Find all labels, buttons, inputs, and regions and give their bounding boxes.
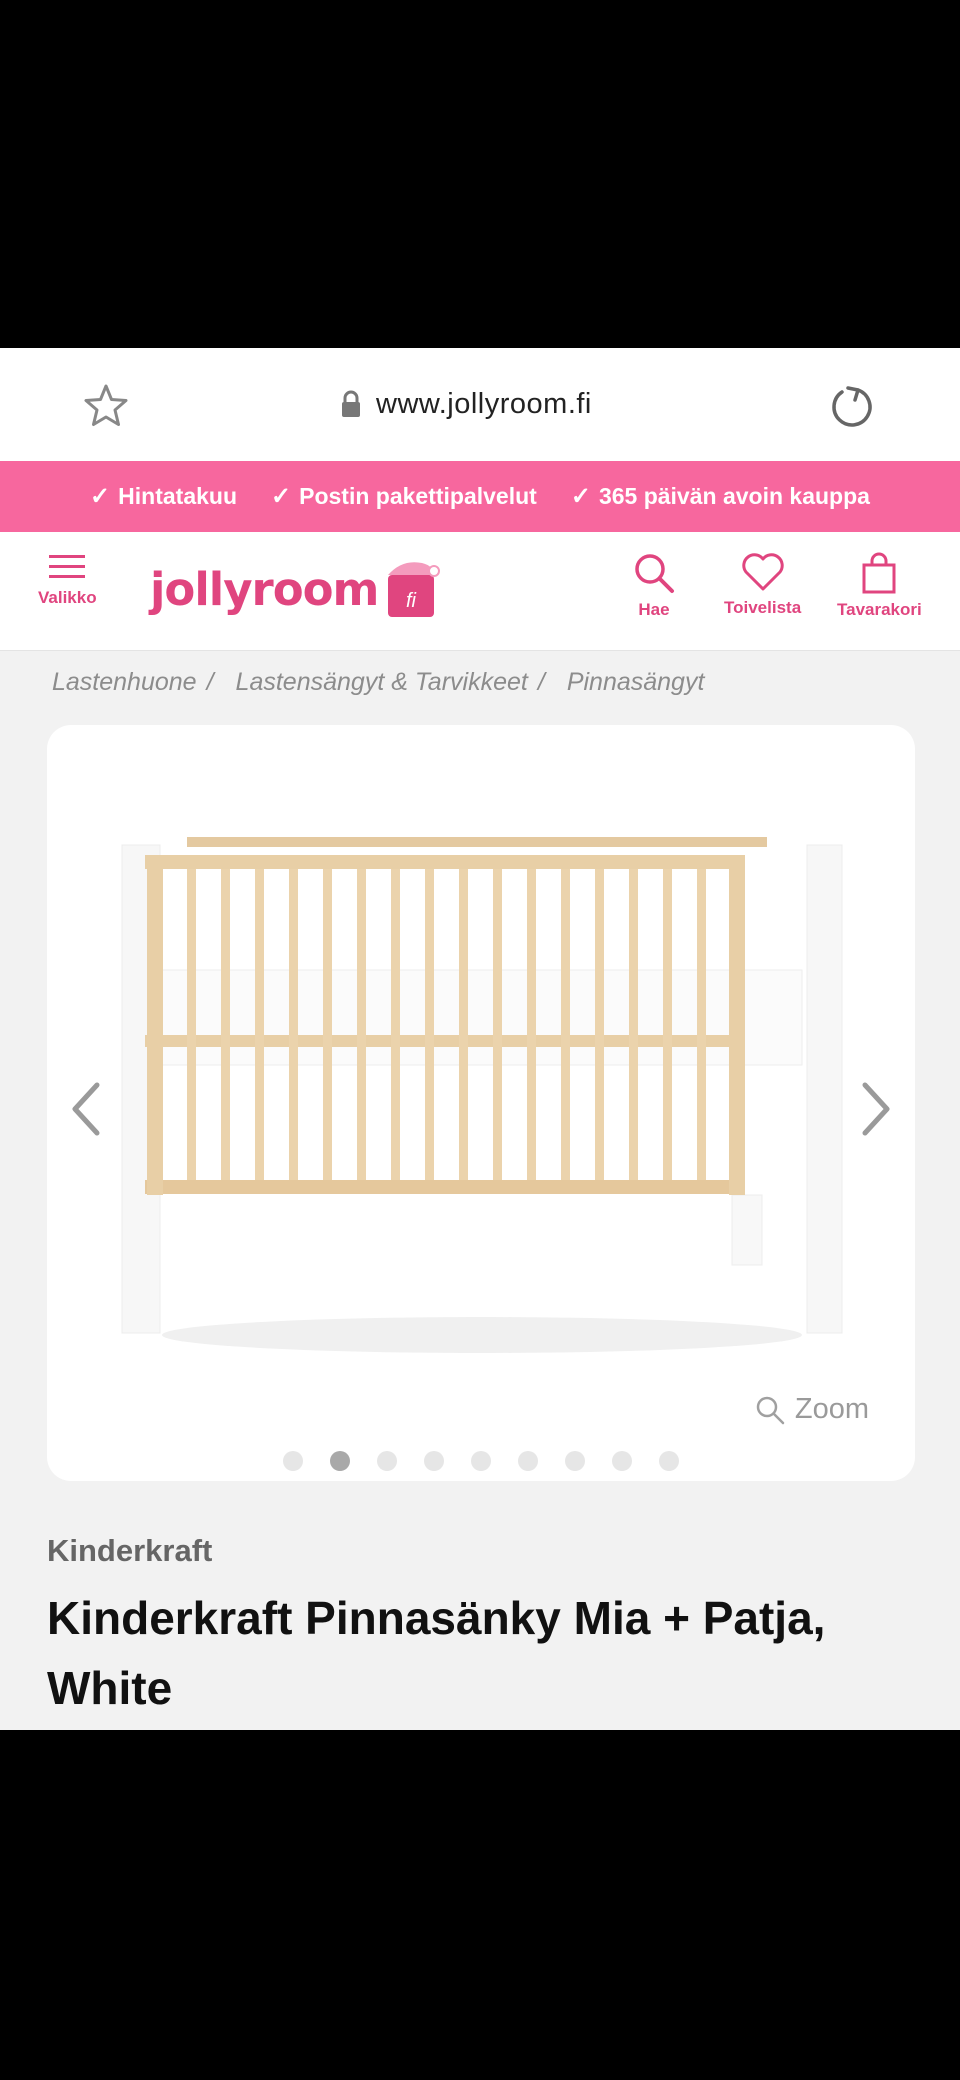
menu-button[interactable]: Valikko (38, 552, 97, 608)
hamburger-icon (49, 555, 86, 578)
check-icon: ✓ (271, 483, 292, 510)
product-gallery: Zoom (47, 725, 915, 1481)
url-text: www.jollyroom.fi (376, 387, 592, 420)
browser-screen: www.jollyroom.fi ✓ Hintatakuu ✓ Postin p… (0, 348, 960, 1730)
gallery-dot[interactable] (471, 1451, 491, 1471)
product-brand[interactable]: Kinderkraft (47, 1533, 212, 1569)
zoom-label: Zoom (794, 1393, 869, 1425)
jollyroom-logo[interactable]: jollyroom fi (150, 554, 441, 624)
site-header: Valikko jollyroom fi Hae Toivelista Tava… (0, 532, 960, 651)
promo-item: ✓ Postin pakettipalvelut (271, 482, 537, 511)
gallery-dot[interactable] (518, 1451, 538, 1471)
check-icon: ✓ (570, 483, 591, 510)
wishlist-button[interactable]: Toivelista (724, 552, 801, 618)
logo-suffix: fi (406, 590, 417, 612)
shopping-bag-icon (862, 552, 896, 594)
breadcrumb-link[interactable]: Pinnasängyt (567, 668, 705, 697)
promo-label: Hintatakuu (118, 483, 237, 509)
check-icon: ✓ (90, 483, 111, 510)
zoom-button[interactable]: Zoom (755, 1393, 869, 1426)
cart-label: Tavarakori (837, 600, 922, 619)
logo-bag-icon: fi (388, 562, 441, 617)
promo-bar: ✓ Hintatakuu ✓ Postin pakettipalvelut ✓ … (0, 461, 960, 532)
heart-icon (741, 553, 784, 591)
gallery-dot[interactable] (377, 1451, 397, 1471)
chevron-right-icon[interactable] (855, 1079, 895, 1139)
gallery-pagination (47, 1451, 915, 1471)
promo-item: ✓ Hintatakuu (90, 482, 237, 511)
browser-url-bar: www.jollyroom.fi (0, 348, 960, 461)
logo-text: jollyroom (150, 562, 379, 616)
wishlist-label: Toivelista (724, 598, 802, 617)
reload-icon[interactable] (828, 382, 876, 430)
star-icon[interactable] (82, 382, 130, 430)
gallery-dot[interactable] (612, 1451, 632, 1471)
menu-label: Valikko (38, 588, 97, 607)
breadcrumb: Lastenhuone / Lastensängyt & Tarvikkeet / … (52, 668, 704, 697)
gallery-dot-active[interactable] (330, 1451, 350, 1471)
product-title: Kinderkraft Pinnasänky Mia + Patja, Whit… (47, 1592, 826, 1714)
lock-icon (342, 390, 360, 417)
search-label: Hae (638, 600, 670, 619)
search-icon (635, 554, 674, 593)
product-image[interactable] (117, 825, 847, 1365)
breadcrumb-link[interactable]: Lastensängyt & Tarvikkeet (236, 668, 528, 697)
gallery-dot[interactable] (424, 1451, 444, 1471)
promo-label: 365 päivän avoin kauppa (598, 483, 870, 509)
address-field[interactable]: www.jollyroom.fi (340, 384, 592, 424)
cart-button[interactable]: Tavarakori (837, 552, 922, 620)
promo-item: ✓ 365 päivän avoin kauppa (571, 482, 870, 511)
zoom-icon (756, 1396, 785, 1424)
breadcrumb-link[interactable]: Lastenhuone (52, 668, 197, 697)
chevron-left-icon[interactable] (67, 1079, 107, 1139)
gallery-dot[interactable] (283, 1451, 303, 1471)
promo-label: Postin pakettipalvelut (299, 483, 537, 509)
breadcrumb-separator: / (206, 668, 214, 696)
gallery-dot[interactable] (659, 1451, 679, 1471)
breadcrumb-separator: / (537, 668, 545, 696)
search-button[interactable]: Hae (633, 552, 675, 620)
gallery-dot[interactable] (565, 1451, 585, 1471)
